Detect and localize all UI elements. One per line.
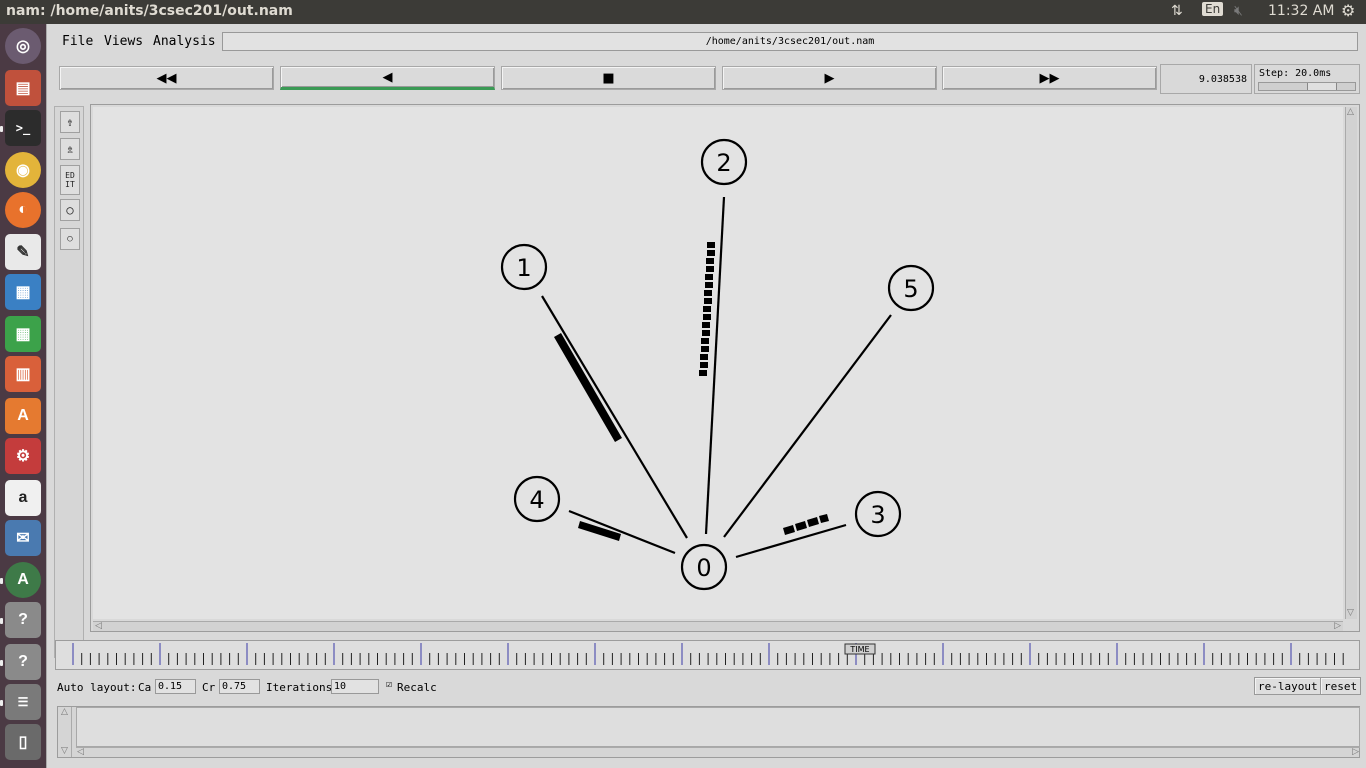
keyboard-language-indicator[interactable]: En — [1202, 2, 1224, 16]
small-circle-icon[interactable]: ○ — [60, 228, 80, 250]
running-indicator — [0, 700, 3, 706]
nam-window: File Views Analysis /home/anits/3csec201… — [46, 24, 1366, 768]
re-layout-button[interactable]: re-layout — [1254, 677, 1322, 695]
running-indicator — [0, 578, 3, 584]
scroll-up-icon[interactable]: △ — [61, 708, 68, 717]
step-label: Step: 20.0ms — [1259, 68, 1332, 79]
node-0-label: 0 — [696, 554, 711, 582]
iterations-input[interactable]: 10 — [331, 679, 379, 694]
ubuntu-dash-icon[interactable]: ◎ — [5, 28, 41, 64]
play-backward-button[interactable]: ◀ — [280, 66, 495, 90]
menu-bar: File Views Analysis /home/anits/3csec201… — [47, 24, 1366, 58]
running-indicator — [0, 126, 3, 132]
node-1-label: 1 — [516, 254, 531, 282]
unknown-app-icon[interactable]: ? — [5, 644, 41, 680]
scroll-up-icon[interactable]: △ — [1347, 108, 1354, 117]
reset-button[interactable]: reset — [1320, 677, 1362, 695]
text-editor-icon[interactable]: ✎ — [5, 234, 41, 270]
packet-queue-1-0 — [554, 333, 622, 442]
fast-forward-button[interactable]: ▶▶ — [942, 66, 1157, 90]
system-top-bar: nam: /home/anits/3csec201/out.nam ⇅ En 🔇… — [0, 0, 1366, 24]
recalc-label: Recalc — [397, 681, 437, 694]
packet-queue-2-0 — [699, 242, 715, 376]
network-icon[interactable]: ⇅ — [1171, 3, 1183, 19]
zoom-in-icon[interactable]: ⇮ — [60, 111, 80, 133]
auto-layout-bar: Auto layout: Ca 0.15 Cr 0.75 Iterations … — [47, 674, 1366, 698]
recalc-checkbox[interactable]: ☑ — [386, 679, 392, 690]
amazon-icon[interactable]: a — [5, 480, 41, 516]
window-title: nam: /home/anits/3csec201/out.nam — [6, 3, 293, 19]
ca-label: Ca — [138, 681, 152, 694]
time-ruler: TIME — [72, 643, 1344, 665]
terminal-icon[interactable]: >_ — [5, 110, 41, 146]
node-2-label: 2 — [716, 149, 731, 177]
unknown-app-icon[interactable]: ? — [5, 602, 41, 638]
software-center-icon[interactable]: A — [5, 398, 41, 434]
scroll-down-icon[interactable]: ▽ — [1347, 609, 1354, 618]
node-circle-icon[interactable]: ○ — [60, 199, 80, 221]
time-slider[interactable]: TIME — [55, 640, 1360, 670]
scroll-right-icon[interactable]: ▷ — [1352, 748, 1359, 757]
ca-input[interactable]: 0.15 — [155, 679, 196, 694]
scroll-left-icon[interactable]: ◁ — [95, 622, 102, 631]
settings-gear-icon[interactable]: ⚙ — [1341, 1, 1355, 20]
workspace-switcher-icon[interactable]: ☰ — [5, 684, 41, 720]
link-0-1 — [541, 295, 688, 539]
node-4-label: 4 — [529, 486, 544, 514]
step-control: Step: 20.0ms — [1254, 64, 1360, 94]
iterations-label: Iterations — [266, 681, 333, 694]
cr-input[interactable]: 0.75 — [219, 679, 260, 694]
playback-controls: ◀◀ ◀ ■ ▶ ▶▶ 9.038538 Step: 20.0ms — [47, 60, 1366, 100]
network-canvas-frame: 0 1 2 3 4 5 ◁ ▷ △ ▽ — [90, 104, 1360, 632]
stop-button[interactable]: ■ — [501, 66, 716, 90]
current-time: 9.038538 — [1160, 64, 1252, 94]
annotation-list[interactable] — [76, 707, 1360, 747]
step-slider-thumb[interactable] — [1307, 83, 1337, 90]
play-forward-button[interactable]: ▶ — [722, 66, 937, 90]
running-indicator — [0, 660, 3, 666]
annotation-panel: △ ▽ ◁ ▷ — [57, 706, 1360, 758]
scroll-down-icon[interactable]: ▽ — [61, 747, 68, 756]
file-path-display: /home/anits/3csec201/out.nam — [222, 32, 1358, 51]
topology-svg: 0 1 2 3 4 5 — [500, 138, 935, 591]
edit-button[interactable]: ED IT — [60, 165, 80, 195]
annotation-horizontal-scrollbar[interactable]: ◁ ▷ — [76, 747, 1360, 757]
time-ruler-ticks — [72, 643, 1344, 665]
edit-toolbar: ⇮ ⇯ ED IT ○ ○ — [54, 106, 84, 658]
cr-label: Cr — [202, 681, 216, 694]
rewind-button[interactable]: ◀◀ — [59, 66, 274, 90]
libreoffice-impress-icon[interactable]: ▥ — [5, 356, 41, 392]
files-icon[interactable]: ▤ — [5, 70, 41, 106]
chrome-icon[interactable]: ◉ — [5, 152, 41, 188]
scroll-left-icon[interactable]: ◁ — [77, 748, 84, 757]
zoom-out-icon[interactable]: ⇯ — [60, 138, 80, 160]
mail-icon[interactable]: ✉ — [5, 520, 41, 556]
node-5-label: 5 — [903, 275, 918, 303]
annotation-vertical-scrollbar[interactable]: △ ▽ — [60, 707, 72, 757]
firefox-icon[interactable]: ◐ — [5, 192, 41, 228]
clock[interactable]: 11:32 AM — [1268, 3, 1334, 19]
libreoffice-writer-icon[interactable]: ▦ — [5, 274, 41, 310]
launcher: ◎ ▤ >_ ◉ ◐ ✎ ▦ ▦ ▥ A ⚙ a ✉ A ? ? ☰ ▯ — [0, 24, 46, 768]
menu-analysis[interactable]: Analysis — [153, 34, 216, 49]
node-3-label: 3 — [870, 501, 885, 529]
menu-file[interactable]: File — [62, 34, 93, 49]
menu-views[interactable]: Views — [104, 34, 143, 49]
running-indicator — [0, 618, 3, 624]
link-0-4 — [568, 509, 676, 555]
software-updater-icon[interactable]: A — [5, 562, 41, 598]
volume-muted-icon[interactable]: 🔇︎ — [1234, 3, 1243, 19]
canvas-vertical-scrollbar[interactable]: △ ▽ — [1345, 107, 1357, 619]
time-slider-label: TIME — [849, 645, 869, 654]
network-canvas[interactable]: 0 1 2 3 4 5 — [93, 107, 1343, 619]
scroll-right-icon[interactable]: ▷ — [1334, 622, 1341, 631]
trash-icon[interactable]: ▯ — [5, 724, 41, 760]
libreoffice-calc-icon[interactable]: ▦ — [5, 316, 41, 352]
step-slider[interactable] — [1258, 82, 1356, 91]
system-settings-icon[interactable]: ⚙ — [5, 438, 41, 474]
canvas-horizontal-scrollbar[interactable]: ◁ ▷ — [93, 621, 1343, 631]
auto-layout-label: Auto layout: — [57, 681, 137, 694]
